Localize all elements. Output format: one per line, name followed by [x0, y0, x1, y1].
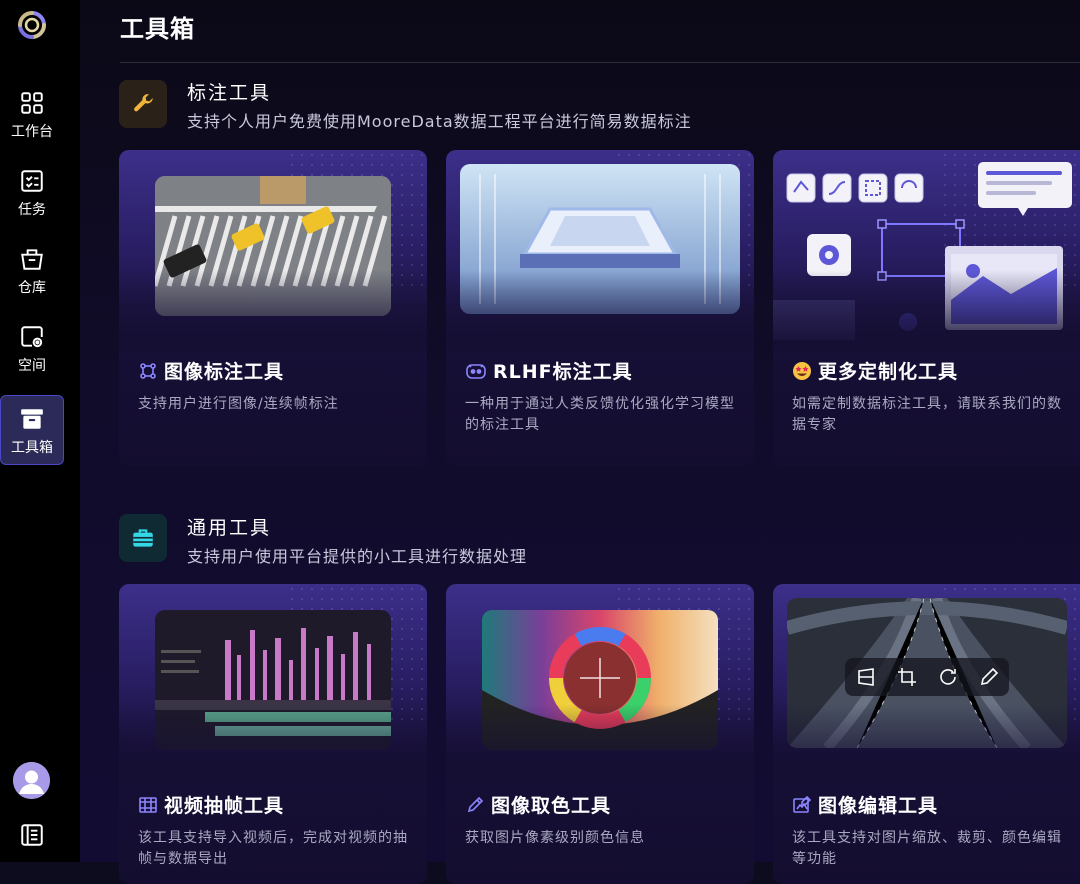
thumbnail-fade — [446, 270, 754, 350]
card-title: 视频抽帧工具 — [138, 791, 284, 818]
card-image-annotation[interactable]: 图像标注工具 支持用户进行图像/连续帧标注 — [119, 150, 427, 466]
image-edit-toolbar — [845, 658, 1009, 696]
eyedropper-tool-icon[interactable] — [978, 666, 1000, 688]
sidebar-item-label: 仓库 — [18, 280, 46, 296]
sidebar-item-repository[interactable]: 仓库 — [0, 236, 64, 306]
avatar[interactable] — [13, 762, 50, 799]
sidebar-item-space[interactable]: 空间 — [0, 314, 64, 384]
thumbnail-fade — [446, 704, 754, 784]
section-subtitle-annotation: 支持个人用户免费使用MooreData数据工程平台进行简易数据标注 — [187, 112, 692, 131]
sidebar-item-tasks[interactable]: 任务 — [0, 158, 64, 228]
card-color-picker[interactable]: 图像取色工具 获取图片像素级别颜色信息 — [446, 584, 754, 884]
sidebar-item-label: 工具箱 — [11, 440, 53, 456]
card-title: 图像取色工具 — [465, 791, 611, 818]
thumbnail-fade — [773, 270, 1080, 350]
card-custom-tools[interactable]: 更多定制化工具 如需定制数据标注工具，请联系我们的数据专家 — [773, 150, 1080, 466]
card-title-text: RLHF标注工具 — [493, 361, 633, 383]
edit-image-icon — [793, 795, 812, 813]
card-description: 支持用户进行图像/连续帧标注 — [138, 396, 339, 412]
grid-icon — [21, 92, 43, 114]
bounding-box-icon — [140, 362, 156, 379]
card-image-editor[interactable]: 图像编辑工具 该工具支持对图片缩放、裁剪、颜色编辑等功能 — [773, 584, 1080, 884]
card-description: 一种用于通过人类反馈优化强化学习模型的标注工具 — [465, 396, 735, 433]
card-title: 更多定制化工具 — [792, 357, 958, 384]
basket-icon — [21, 249, 43, 270]
sidebar-item-toolbox[interactable]: 工具箱 — [0, 395, 64, 465]
space-icon — [21, 326, 43, 348]
user-avatar-icon — [13, 762, 50, 799]
robot-icon — [466, 363, 486, 379]
sidebar-item-label: 任务 — [18, 202, 46, 218]
sidebar-item-label: 空间 — [18, 358, 46, 374]
perspective-icon[interactable] — [855, 666, 877, 688]
sidebar-item-label: 工作台 — [11, 124, 53, 140]
card-title-text: 图像标注工具 — [164, 361, 285, 383]
thumbnail-fade — [773, 704, 1080, 784]
card-description: 该工具支持导入视频后，完成对视频的抽帧与数据导出 — [138, 830, 408, 867]
section-subtitle-general: 支持用户使用平台提供的小工具进行数据处理 — [187, 547, 528, 566]
card-title: RLHF标注工具 — [465, 357, 633, 384]
card-title: 图像标注工具 — [138, 357, 284, 384]
divider — [120, 62, 1080, 63]
sidebar-item-workbench[interactable]: 工作台 — [0, 80, 64, 150]
sidebar: 工作台 任务 仓库 空间 工具箱 — [0, 0, 80, 862]
card-title-text: 更多定制化工具 — [818, 361, 959, 383]
film-icon — [139, 796, 157, 813]
card-title-text: 图像取色工具 — [491, 795, 612, 817]
section-title-annotation: 标注工具 — [187, 82, 272, 104]
main-content: 工具箱 标注工具 支持个人用户免费使用MooreData数据工程平台进行简易数据… — [80, 0, 1080, 884]
logo-icon[interactable] — [16, 9, 48, 41]
card-title: 图像编辑工具 — [792, 791, 938, 818]
thumbnail-fade — [119, 270, 427, 350]
crop-icon[interactable] — [896, 666, 918, 688]
rotate-icon[interactable] — [937, 666, 959, 688]
card-video-frame-extraction[interactable]: 视频抽帧工具 该工具支持导入视频后，完成对视频的抽帧与数据导出 — [119, 584, 427, 884]
card-title-text: 视频抽帧工具 — [164, 795, 285, 817]
wrench-icon — [119, 80, 167, 128]
card-description: 获取图片像素级别颜色信息 — [465, 830, 645, 846]
card-rlhf-annotation[interactable]: RLHF标注工具 一种用于通过人类反馈优化强化学习模型的标注工具 — [446, 150, 754, 466]
card-description: 该工具支持对图片缩放、裁剪、颜色编辑等功能 — [792, 830, 1062, 867]
toolbox-icon — [21, 409, 43, 429]
section-title-general: 通用工具 — [187, 517, 272, 539]
page-title: 工具箱 — [120, 15, 195, 43]
thumbnail-fade — [119, 704, 427, 784]
star-eyes-emoji-icon — [793, 361, 811, 380]
document-icon[interactable] — [19, 822, 45, 848]
briefcase-icon — [119, 514, 167, 562]
card-description: 如需定制数据标注工具，请联系我们的数据专家 — [792, 396, 1062, 433]
checklist-icon — [21, 170, 43, 192]
eyedropper-icon — [467, 796, 484, 812]
card-title-text: 图像编辑工具 — [818, 795, 939, 817]
